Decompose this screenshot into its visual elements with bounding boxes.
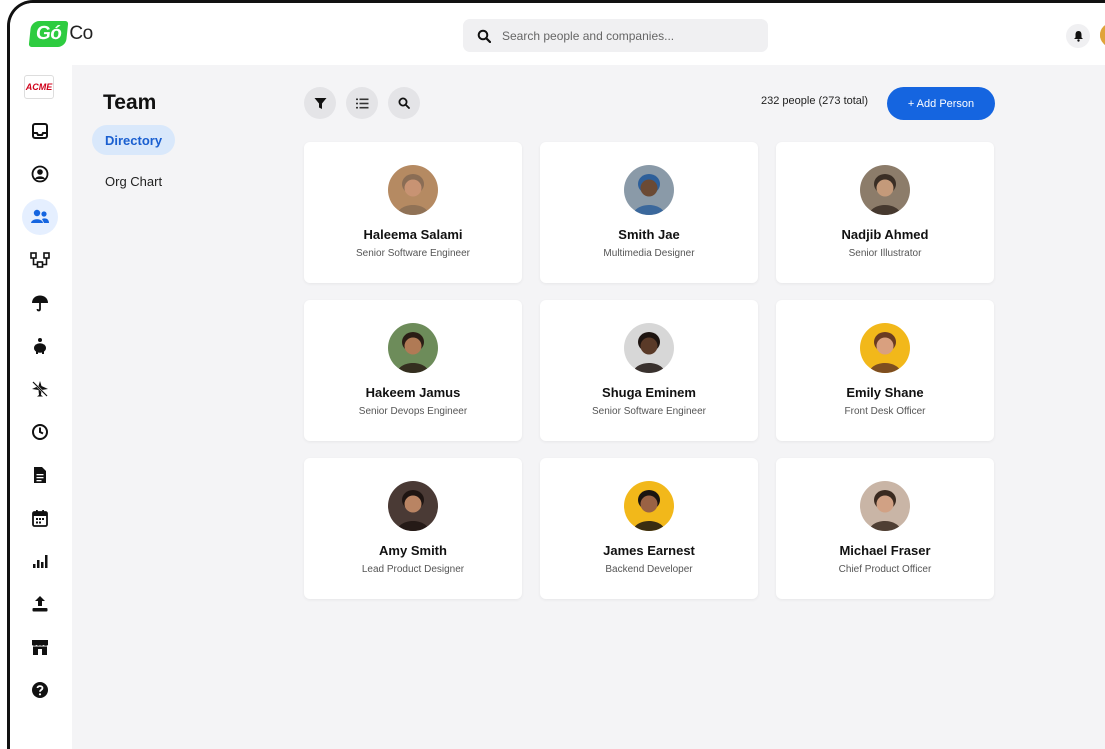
document-icon[interactable]	[22, 457, 58, 493]
calendar-icon[interactable]	[22, 500, 58, 536]
bar-chart-icon[interactable]	[22, 543, 58, 579]
umbrella-icon[interactable]	[22, 285, 58, 321]
person-role: Lead Product Designer	[361, 564, 465, 575]
person-role: Front Desk Officer	[844, 406, 926, 417]
person-role: Multimedia Designer	[603, 248, 695, 259]
person-card[interactable]: Nadjib Ahmed Senior Illustrator	[776, 142, 994, 283]
search-icon	[398, 97, 410, 109]
upload-icon[interactable]	[22, 586, 58, 622]
team-icon[interactable]	[22, 199, 58, 235]
person-name[interactable]: Amy Smith	[304, 543, 522, 558]
page-title: Team	[103, 91, 157, 114]
subnav-item-org-chart[interactable]: Org Chart	[92, 166, 175, 196]
person-name[interactable]: Michael Fraser	[776, 543, 994, 558]
person-name[interactable]: Nadjib Ahmed	[776, 227, 994, 242]
person-name[interactable]: Emily Shane	[776, 385, 994, 400]
person-name[interactable]: Haleema Salami	[304, 227, 522, 242]
person-role: Senior Illustrator	[848, 248, 922, 259]
avatar	[388, 323, 438, 373]
clock-icon[interactable]	[22, 414, 58, 450]
person-name[interactable]: Smith Jae	[540, 227, 758, 242]
avatar	[388, 165, 438, 215]
inbox-icon[interactable]	[22, 113, 58, 149]
person-role: Senior Devops Engineer	[358, 406, 468, 417]
search-input[interactable]	[502, 28, 752, 43]
filter-icon	[314, 97, 326, 109]
avatar	[388, 481, 438, 531]
filter-button[interactable]	[304, 87, 336, 119]
person-role: Senior Software Engineer	[592, 406, 706, 417]
person-card[interactable]: Emily Shane Front Desk Officer	[776, 300, 994, 441]
airplane-off-icon[interactable]	[22, 371, 58, 407]
person-card[interactable]: Michael Fraser Chief Product Officer	[776, 458, 994, 599]
list-view-button[interactable]	[346, 87, 378, 119]
piggy-bank-icon[interactable]	[22, 328, 58, 364]
person-card[interactable]: Smith Jae Multimedia Designer	[540, 142, 758, 283]
person-name[interactable]: Shuga Eminem	[540, 385, 758, 400]
search-bar[interactable]	[463, 19, 768, 52]
person-name[interactable]: James Earnest	[540, 543, 758, 558]
avatar	[860, 481, 910, 531]
person-card[interactable]: Haleema Salami Senior Software Engineer	[304, 142, 522, 283]
subnav-item-directory[interactable]: Directory	[92, 125, 176, 155]
person-card[interactable]: Hakeem Jamus Senior Devops Engineer	[304, 300, 522, 441]
person-card[interactable]: Amy Smith Lead Product Designer	[304, 458, 522, 599]
list-icon	[355, 98, 368, 108]
add-person-button[interactable]: + Add Person	[887, 87, 995, 120]
person-role: Chief Product Officer	[838, 564, 932, 575]
logo-co: Co	[69, 23, 93, 44]
search-icon	[474, 26, 494, 46]
org-chart-icon[interactable]	[22, 242, 58, 278]
app-window: Gó Co ACME	[7, 0, 1105, 749]
avatar	[860, 165, 910, 215]
person-card[interactable]: James Earnest Backend Developer	[540, 458, 758, 599]
user-circle-icon[interactable]	[22, 156, 58, 192]
company-badge[interactable]: ACME	[24, 75, 54, 99]
search-people-button[interactable]	[388, 87, 420, 119]
user-avatar[interactable]	[1100, 23, 1105, 47]
avatar	[624, 165, 674, 215]
help-icon[interactable]	[22, 672, 58, 708]
goco-logo[interactable]: Gó Co	[28, 21, 93, 47]
avatar	[860, 323, 910, 373]
top-bar: Gó Co	[10, 3, 1105, 65]
person-name[interactable]: Hakeem Jamus	[304, 385, 522, 400]
team-subnav: Team Directory Org Chart	[72, 65, 302, 749]
notifications-bell-icon[interactable]	[1066, 24, 1090, 48]
icon-rail: ACME	[10, 65, 72, 749]
avatar	[624, 481, 674, 531]
person-card[interactable]: Shuga Eminem Senior Software Engineer	[540, 300, 758, 441]
people-count: 232 people (273 total)	[761, 95, 869, 107]
logo-go: Gó	[28, 21, 69, 47]
company-badge-text: ACME	[25, 82, 53, 92]
person-role: Senior Software Engineer	[356, 248, 470, 259]
avatar	[624, 323, 674, 373]
person-role: Backend Developer	[605, 564, 693, 575]
store-icon[interactable]	[22, 629, 58, 665]
